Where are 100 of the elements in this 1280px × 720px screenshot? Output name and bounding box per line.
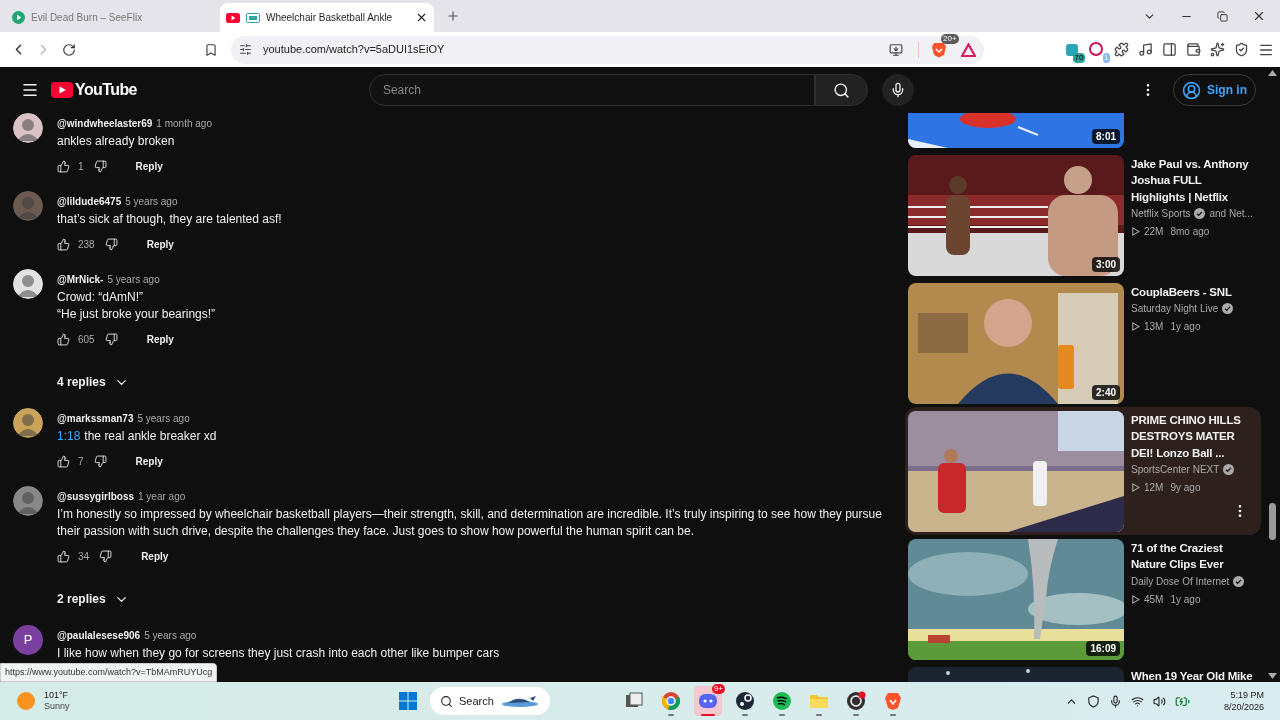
clock-time: 5:19 PM (1230, 689, 1264, 701)
record-app-icon[interactable] (846, 691, 866, 711)
reply-button[interactable]: Reply (138, 327, 182, 351)
lion-browser-icon[interactable] (883, 691, 903, 711)
browser-tab[interactable]: Wheelchair Basketball Ankle (220, 3, 434, 32)
wifi-icon[interactable] (1130, 694, 1144, 708)
comment-author[interactable]: @sussygirlboss (57, 488, 134, 504)
comment-text: I like how when they go for screens they just crash into each other like bumper cars (57, 645, 501, 662)
upload-age: 8mo ago (1170, 225, 1210, 239)
menu-icon[interactable] (21, 81, 39, 99)
chat-app-icon[interactable] (698, 691, 718, 711)
browser-icon[interactable] (661, 691, 681, 711)
music-note-icon[interactable] (1138, 42, 1153, 57)
comment-author[interactable]: @windwheelaster69 (57, 115, 153, 131)
security-icon[interactable] (1086, 694, 1100, 708)
search-button[interactable] (814, 74, 868, 106)
like-count: 34 (78, 549, 90, 564)
channel-name[interactable]: SportsCenter NEXT (1131, 462, 1220, 477)
audio-cast-icon (246, 12, 260, 23)
comment-time[interactable]: 5 years ago (137, 410, 190, 426)
video-title[interactable]: Jake Paul vs. Anthony Joshua FULL Highlights | Netflix (1131, 155, 1258, 205)
reply-button[interactable]: Reply (138, 232, 182, 256)
like-count: 7 (78, 454, 84, 469)
video-title[interactable]: 71 of the Craziest Nature Clips Ever (1131, 539, 1258, 573)
shield-icon[interactable] (1234, 42, 1249, 57)
comment-time[interactable]: 1 year ago (138, 488, 186, 504)
taskbar-search[interactable]: Search (430, 687, 550, 715)
comment-author[interactable]: @lildude6475 (57, 193, 122, 209)
close-window-icon[interactable] (1252, 9, 1266, 23)
search-input[interactable]: Search (382, 81, 801, 99)
scrollbar-thumb[interactable] (1269, 503, 1276, 540)
close-tab-icon[interactable] (415, 11, 428, 24)
extensions-icon[interactable] (1114, 42, 1129, 57)
clock-date: 8/20/2026 (1223, 701, 1264, 713)
notification-badge: 9+ (711, 684, 725, 694)
weather-temperature: 101°F (44, 690, 70, 701)
view-count: 12M (1144, 481, 1164, 495)
wallet-icon[interactable] (1186, 42, 1201, 57)
video-card[interactable]: 3:00 Jake Paul vs. Anthony Joshua FULL Highlights | Netflix Netflix Sports and Net... 22M 8mo ago (905, 151, 1261, 279)
avatar (13, 113, 43, 143)
sparkle-icon[interactable] (1210, 42, 1225, 57)
search-field[interactable]: Search (368, 74, 815, 106)
video-card[interactable]: 2:40 CouplaBeers - SNL Saturday Night Live 13M 1y ago (905, 279, 1261, 407)
bookmark-icon[interactable] (204, 42, 218, 57)
triangle-icon[interactable] (961, 42, 976, 57)
new-tab-icon[interactable] (446, 9, 460, 23)
video-title[interactable]: PRIME CHINO HILLS DESTROYS MATER DEI! Lonzo Ball ... (1131, 411, 1258, 461)
comment-author[interactable]: @paulalesese906 (57, 627, 141, 643)
reply-button[interactable]: Reply (127, 154, 171, 178)
microphone-icon[interactable] (1108, 694, 1122, 708)
tab-favicon (226, 12, 240, 23)
link-preview: https://www.youtube.com/watch?v=TbMAmRUYUcg (0, 662, 218, 682)
logo-icon[interactable] (51, 82, 73, 98)
shields-icon[interactable] (931, 41, 947, 58)
site-settings-icon[interactable] (239, 43, 252, 56)
video-card[interactable]: When 19 Year Old Mike (905, 663, 1261, 682)
music-app-icon[interactable] (772, 691, 792, 711)
reload-icon[interactable] (62, 42, 76, 57)
shields-badge: 20+ (941, 33, 959, 44)
video-card[interactable]: PRIME CHINO HILLS DESTROYS MATER DEI! Lonzo Ball ... SportsCenter NEXT 12M 9y ago (905, 407, 1261, 535)
weather-condition: Sunny (44, 701, 70, 712)
taskbar-app[interactable]: 9+ (694, 686, 722, 716)
restore-icon[interactable] (1217, 10, 1228, 22)
reply-button[interactable]: Reply (133, 544, 177, 568)
comment-time[interactable]: 5 years ago (125, 193, 178, 209)
video-card[interactable]: 8:01 (905, 113, 1261, 151)
comment-text: “He just broke your bearings!” (57, 306, 217, 323)
video-title[interactable]: When 19 Year Old Mike (1131, 667, 1258, 682)
comment-time[interactable]: 1 month ago (156, 115, 212, 131)
comment-time[interactable]: 5 years ago (144, 627, 197, 643)
browser-tab[interactable]: Evil Dead Burn – SeeFlix (6, 3, 220, 32)
logo-text[interactable]: YouTube (75, 78, 137, 102)
install-app-icon[interactable] (889, 42, 903, 57)
scroll-up-arrow-icon[interactable] (1268, 70, 1277, 76)
comment-author[interactable]: @markssman73 (57, 410, 134, 426)
game-app-icon[interactable] (735, 691, 755, 711)
comment-author[interactable]: @MrNick- (57, 271, 104, 287)
channel-name[interactable]: Daily Dose Of Internet (1131, 573, 1230, 589)
sidebar-icon[interactable] (1162, 42, 1177, 57)
reply-button[interactable]: Reply (127, 449, 171, 473)
comment-time[interactable]: 5 years ago (107, 271, 160, 287)
play-icon (1131, 227, 1140, 236)
clock[interactable]: 5:19 PM 8/20/2026 (1223, 689, 1264, 713)
extension-icon[interactable] (1089, 41, 1105, 58)
video-title[interactable]: CouplaBeers - SNL (1131, 283, 1258, 300)
upload-age: 9y ago (1170, 481, 1201, 495)
volume-icon[interactable] (1152, 694, 1166, 708)
video-card[interactable]: 16:09 71 of the Craziest Nature Clips Ever Daily Dose Of Internet 45M 1y ago (905, 535, 1261, 663)
channel-name[interactable]: Netflix Sports (1131, 206, 1191, 221)
channel-name[interactable]: Saturday Night Live (1131, 301, 1219, 316)
start-icon[interactable] (399, 692, 417, 710)
play-icon (1131, 483, 1140, 492)
voice-search-button[interactable] (881, 74, 914, 106)
comment-text: ankles already broken (57, 133, 176, 150)
address-field[interactable]: youtube.com/watch?v=5aDUI1sEiOY 20+ (231, 35, 984, 64)
comment-text: Crowd: “dAmN!” (57, 289, 144, 306)
scroll-down-arrow-icon[interactable] (1268, 673, 1277, 679)
replies-toggle[interactable]: 4 replies (50, 364, 900, 400)
timestamp-link[interactable]: 1:18 (57, 429, 81, 443)
replies-toggle[interactable]: 2 replies (50, 581, 900, 617)
